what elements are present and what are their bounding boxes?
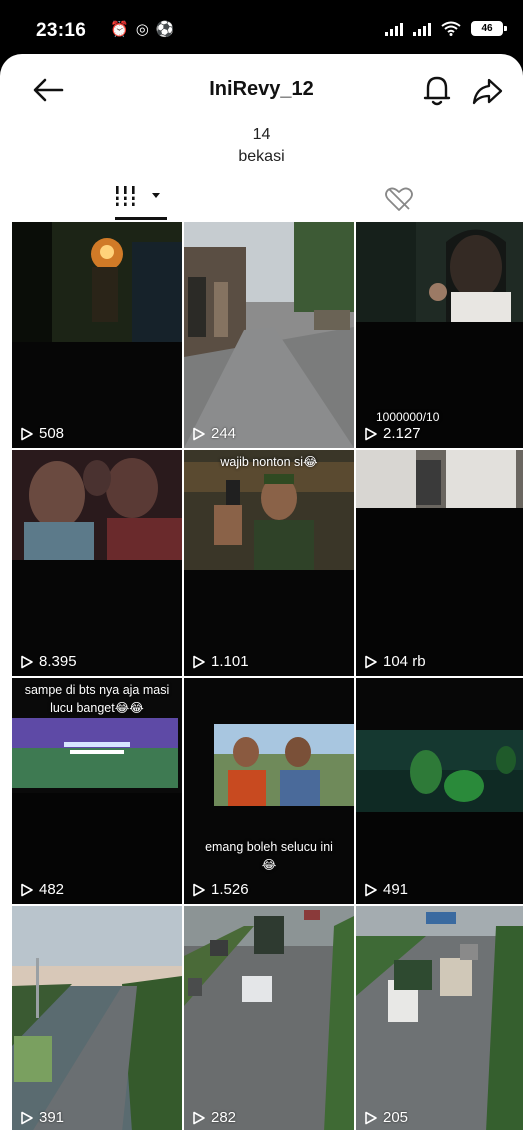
video-count: 14 — [252, 126, 271, 143]
tab-videos-grid[interactable] — [112, 180, 168, 220]
video-thumbnail[interactable]: 508 — [12, 222, 182, 448]
whatsapp-icon: ◎ — [135, 21, 149, 38]
play-icon — [193, 427, 205, 440]
view-count-text: 1.526 — [211, 881, 249, 898]
play-icon — [365, 883, 377, 896]
view-count-text: 244 — [211, 425, 237, 442]
tab-liked-hidden-icon[interactable] — [384, 184, 414, 214]
caption-line: sampe di bts nya aja masi — [24, 683, 170, 697]
caption-line: 😂 — [261, 858, 277, 873]
location-label: bekasi — [238, 148, 285, 165]
video-thumbnail[interactable]: 391 — [12, 906, 182, 1130]
thumbnail-image — [184, 450, 354, 676]
view-count: 491 — [364, 881, 408, 898]
view-count: 482 — [20, 881, 64, 898]
video-thumbnail[interactable]: 282 — [184, 906, 354, 1130]
play-icon — [21, 1111, 33, 1124]
view-count-text: 205 — [383, 1109, 409, 1126]
view-count: 205 — [364, 1109, 408, 1126]
play-icon — [365, 427, 377, 440]
play-icon — [193, 883, 205, 896]
thumbnail-image — [12, 222, 182, 448]
view-count: 244 — [192, 425, 236, 442]
video-thumbnail[interactable]: 491 — [356, 678, 523, 904]
video-thumbnail[interactable]: wajib nonton si😂 1.101 — [184, 450, 354, 676]
view-count: 391 — [20, 1109, 64, 1126]
battery-icon: 46 — [471, 21, 507, 36]
view-count: 1.526 — [192, 881, 249, 898]
video-thumbnail[interactable]: 205 — [356, 906, 523, 1130]
active-tab-indicator — [115, 217, 167, 220]
view-count: 8.395 — [20, 653, 77, 670]
caption-line: lucu banget😂😂 — [50, 701, 144, 716]
video-caption: emang boleh selucu ini 😂 — [184, 838, 354, 874]
play-icon — [21, 427, 33, 440]
status-notification-icons: ⏰ ◎ ⚽ — [110, 20, 174, 38]
status-time: 23:16 — [36, 20, 87, 41]
wifi-icon — [441, 21, 461, 36]
view-count-text: 491 — [383, 881, 409, 898]
video-thumbnail[interactable]: sampe di bts nya aja masi lucu banget😂😂 … — [12, 678, 182, 904]
view-count-text: 391 — [39, 1109, 65, 1126]
view-count: 2.127 — [364, 425, 421, 442]
video-caption: wajib nonton si😂 — [220, 455, 318, 469]
video-thumbnail[interactable]: 104 rb — [356, 450, 523, 676]
caret-down-icon — [152, 193, 160, 198]
status-right-icons: 46 — [385, 21, 507, 36]
bell-icon[interactable] — [420, 72, 454, 108]
thumbnail-image — [12, 450, 182, 676]
thumbnail-image — [356, 906, 523, 1130]
thumbnail-image — [12, 906, 182, 1130]
view-count-text: 508 — [39, 425, 65, 442]
play-icon — [21, 655, 33, 668]
video-thumbnail[interactable]: 244 — [184, 222, 354, 448]
view-count-text: 1.101 — [211, 653, 249, 670]
alarm-icon: ⏰ — [110, 21, 129, 38]
view-count: 282 — [192, 1109, 236, 1126]
play-icon — [21, 883, 33, 896]
play-icon — [365, 655, 377, 668]
view-count-text: 8.395 — [39, 653, 77, 670]
thumbnail-image — [184, 222, 354, 448]
thumbnail-image — [184, 906, 354, 1130]
video-thumbnail[interactable]: 8.395 — [12, 450, 182, 676]
video-caption: sampe di bts nya aja masi lucu banget😂😂 — [12, 681, 182, 717]
play-icon — [193, 655, 205, 668]
view-count: 1.101 — [192, 653, 249, 670]
battery-level: 46 — [481, 23, 493, 34]
thumbnail-image — [356, 450, 523, 676]
signal-icon-1 — [385, 22, 403, 36]
view-count: 104 rb — [364, 653, 426, 670]
caption-line: emang boleh selucu ini — [205, 840, 333, 854]
view-count-text: 282 — [211, 1109, 237, 1126]
thumbnail-image — [356, 730, 523, 904]
signal-icon-2 — [413, 22, 431, 36]
video-thumbnail[interactable]: emang boleh selucu ini 😂 1.526 — [184, 678, 354, 904]
video-thumbnail[interactable]: 1000000/10 2.127 — [356, 222, 523, 448]
view-count-text: 482 — [39, 881, 65, 898]
view-count: 508 — [20, 425, 64, 442]
football-icon: ⚽ — [155, 21, 175, 38]
play-icon — [365, 1111, 377, 1124]
share-icon[interactable] — [470, 74, 504, 108]
view-count-text: 104 rb — [383, 653, 426, 670]
view-count-text: 2.127 — [383, 425, 421, 442]
grid-icon — [116, 186, 160, 206]
video-overlay-text: 1000000/10 — [376, 409, 440, 424]
play-icon — [193, 1111, 205, 1124]
